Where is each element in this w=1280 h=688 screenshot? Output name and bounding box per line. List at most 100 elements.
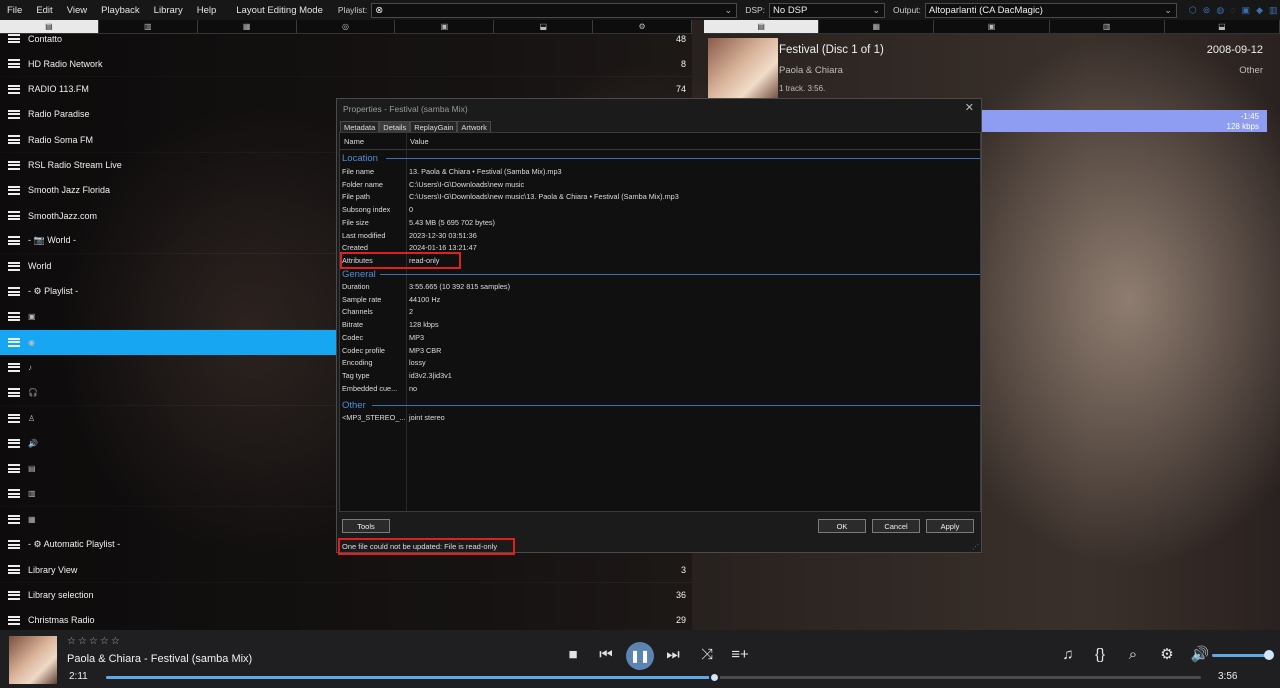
volume-slider[interactable] bbox=[1212, 654, 1270, 657]
hamburger-icon[interactable] bbox=[8, 160, 20, 170]
property-row[interactable]: Embedded cue... no bbox=[340, 382, 980, 395]
hamburger-icon[interactable] bbox=[8, 413, 20, 423]
tools-button[interactable]: Tools bbox=[342, 519, 390, 533]
right-tab[interactable]: ⬓ bbox=[1165, 20, 1280, 33]
menu-help[interactable]: Help bbox=[190, 5, 224, 16]
left-tab[interactable]: ▣ bbox=[395, 20, 495, 33]
tray-icon[interactable]: ▣ bbox=[1242, 5, 1251, 16]
hamburger-icon[interactable] bbox=[8, 109, 20, 119]
hamburger-icon[interactable] bbox=[8, 438, 20, 448]
property-row[interactable]: File name 13. Paola & Chiara • Festival (… bbox=[340, 165, 980, 178]
shuffle-icon[interactable]: ⤨ bbox=[697, 644, 717, 666]
braces-icon[interactable]: {} bbox=[1090, 644, 1110, 666]
hamburger-icon[interactable] bbox=[8, 34, 20, 43]
seek-bar[interactable] bbox=[106, 672, 1201, 683]
right-tab[interactable]: ▥ bbox=[1050, 20, 1165, 33]
property-row[interactable]: Channels 2 bbox=[340, 305, 980, 318]
playlist-icon[interactable]: ♫ bbox=[1058, 644, 1078, 666]
menu-layout-editing-mode[interactable]: Layout Editing Mode bbox=[229, 5, 330, 16]
tray-icon[interactable]: ◍ bbox=[1216, 5, 1224, 16]
property-row[interactable]: Encoding lossy bbox=[340, 356, 980, 369]
playlist-row[interactable]: Library View 3 bbox=[0, 557, 692, 583]
pause-icon[interactable]: ❚❚ bbox=[626, 642, 654, 670]
next-icon[interactable]: ⏭ bbox=[663, 644, 683, 666]
menu-view[interactable]: View bbox=[60, 5, 94, 16]
hamburger-icon[interactable] bbox=[8, 312, 20, 322]
dsp-dropdown[interactable]: No DSP ⌄ bbox=[769, 2, 886, 18]
tray-icon[interactable]: ◌ bbox=[1230, 5, 1235, 16]
playlist-row[interactable]: HD Radio Network 8 bbox=[0, 51, 692, 77]
property-row[interactable]: Codec MP3 bbox=[340, 331, 980, 344]
property-row[interactable]: Subsong index 0 bbox=[340, 203, 980, 216]
property-row[interactable]: Sample rate 44100 Hz bbox=[340, 293, 980, 306]
hamburger-icon[interactable] bbox=[8, 135, 20, 145]
hamburger-icon[interactable] bbox=[8, 489, 20, 499]
property-row[interactable]: Tag type id3v2.3|id3v1 bbox=[340, 369, 980, 382]
left-tab[interactable]: ▦ bbox=[198, 20, 297, 33]
seek-bar-knob[interactable] bbox=[708, 672, 720, 683]
property-row[interactable]: Codec profile MP3 CBR bbox=[340, 344, 980, 357]
playlist-row[interactable]: Christmas Radio 29 bbox=[0, 607, 692, 630]
gear-icon[interactable]: ⚙ bbox=[1157, 644, 1177, 666]
hamburger-icon[interactable] bbox=[8, 185, 20, 195]
hamburger-icon[interactable] bbox=[8, 590, 20, 600]
previous-icon[interactable]: ⏮ bbox=[596, 644, 616, 666]
left-tab[interactable]: ▥ bbox=[99, 20, 198, 33]
tray-icon[interactable]: ◆ bbox=[1256, 5, 1263, 16]
property-row[interactable]: Last modified 2023-12-30 03:51:36 bbox=[340, 229, 980, 242]
tray-icon[interactable]: ▥ bbox=[1269, 5, 1278, 16]
property-row[interactable]: File path C:\Users\I-G\Downloads\new musi… bbox=[340, 190, 980, 203]
hamburger-icon[interactable] bbox=[8, 236, 20, 246]
playlist-dropdown[interactable]: ⊗ ⌄ bbox=[371, 2, 738, 18]
hamburger-icon[interactable] bbox=[8, 388, 20, 398]
hamburger-icon[interactable] bbox=[8, 211, 20, 221]
menu-file[interactable]: File bbox=[0, 5, 29, 16]
hamburger-icon[interactable] bbox=[8, 261, 20, 271]
close-icon[interactable]: ✕ bbox=[965, 101, 974, 114]
tray-icon[interactable]: ⊚ bbox=[1203, 5, 1211, 16]
add-to-queue-icon[interactable]: ≡+ bbox=[729, 644, 751, 666]
volume-slider-knob[interactable] bbox=[1264, 650, 1274, 660]
player-album-art[interactable] bbox=[9, 636, 57, 684]
rating-stars[interactable]: ☆☆☆☆☆ bbox=[67, 636, 122, 647]
hamburger-icon[interactable] bbox=[8, 514, 20, 524]
playlist-type-icon: ▥ bbox=[28, 489, 36, 499]
resize-grip-icon[interactable]: ⋰ bbox=[972, 543, 979, 551]
output-dropdown[interactable]: Altoparlanti (CA DacMagic) ⌄ bbox=[924, 2, 1177, 18]
playlist-row[interactable]: Library selection 36 bbox=[0, 582, 692, 608]
left-tab[interactable]: ▤ bbox=[0, 20, 99, 33]
right-tab[interactable]: ▦ bbox=[819, 20, 935, 33]
cancel-button[interactable]: Cancel bbox=[872, 519, 920, 533]
search-icon[interactable]: ⌕ bbox=[1123, 644, 1143, 666]
col-name-header[interactable]: Name bbox=[344, 137, 364, 146]
left-tab[interactable]: ⚙ bbox=[593, 20, 693, 33]
tray-icon[interactable]: ⬡ bbox=[1189, 5, 1197, 16]
apply-button[interactable]: Apply bbox=[926, 519, 974, 533]
right-tab[interactable]: ▣ bbox=[934, 20, 1050, 33]
left-tab[interactable]: ◎ bbox=[297, 20, 396, 33]
property-row[interactable]: File size 5.43 MB (5 695 702 bytes) bbox=[340, 216, 980, 229]
hamburger-icon[interactable] bbox=[8, 84, 20, 94]
hamburger-icon[interactable] bbox=[8, 565, 20, 575]
hamburger-icon[interactable] bbox=[8, 464, 20, 474]
property-row[interactable]: Duration 3:55.665 (10 392 815 samples) bbox=[340, 280, 980, 293]
hamburger-icon[interactable] bbox=[8, 59, 20, 69]
property-row[interactable]: <MP3_STEREO_... joint stereo bbox=[340, 411, 980, 424]
menu-edit[interactable]: Edit bbox=[29, 5, 59, 16]
hamburger-icon[interactable] bbox=[8, 615, 20, 625]
hamburger-icon[interactable] bbox=[8, 287, 20, 296]
ok-button[interactable]: OK bbox=[818, 519, 866, 533]
playlist-row[interactable]: Contatto 48 bbox=[0, 34, 692, 51]
property-row[interactable]: Folder name C:\Users\I-G\Downloads\new mu… bbox=[340, 178, 980, 191]
hamburger-icon[interactable] bbox=[8, 362, 20, 372]
volume-icon[interactable]: 🔊 bbox=[1190, 644, 1210, 666]
stop-icon[interactable]: ■ bbox=[563, 644, 583, 666]
menu-library[interactable]: Library bbox=[147, 5, 190, 16]
left-tab[interactable]: ⬓ bbox=[494, 20, 594, 33]
col-value-header[interactable]: Value bbox=[410, 137, 429, 146]
right-tab[interactable]: ▤ bbox=[704, 20, 820, 33]
hamburger-icon[interactable] bbox=[8, 540, 20, 549]
hamburger-icon[interactable] bbox=[8, 337, 20, 347]
property-row[interactable]: Bitrate 128 kbps bbox=[340, 318, 980, 331]
menu-playback[interactable]: Playback bbox=[94, 5, 147, 16]
